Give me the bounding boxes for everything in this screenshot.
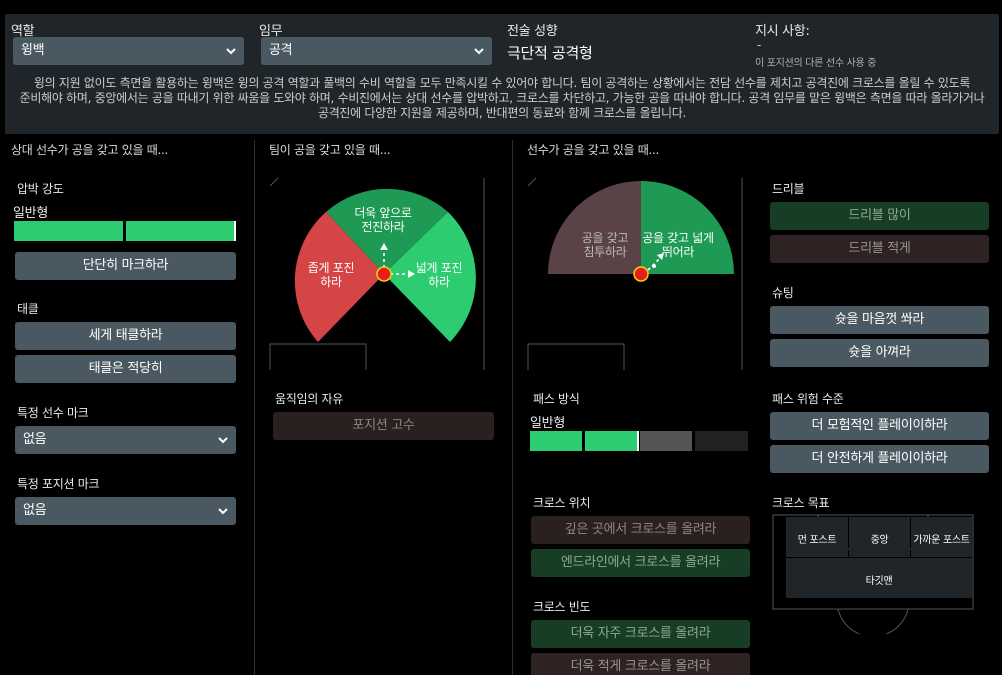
cross-more-button[interactable]: 더욱 자주 크로스를 올려라 (531, 620, 750, 648)
cut-inside-zone[interactable] (548, 181, 641, 274)
instruction-dash: - (757, 38, 762, 52)
mark-player-value: 없음 (23, 432, 47, 447)
passing-slider[interactable] (530, 431, 748, 451)
slider-handle[interactable] (234, 221, 236, 241)
run-wide-zone[interactable] (641, 181, 734, 274)
mark-position-dropdown[interactable]: 없음 (15, 497, 236, 525)
player-marker (376, 266, 392, 282)
press-slider[interactable] (14, 221, 236, 241)
column-heading: 선수가 공을 갖고 있을 때... (527, 143, 660, 157)
slider-segment (530, 431, 582, 451)
slider-segment (14, 221, 123, 241)
shoot-more-button[interactable]: 슛을 마음껏 쏴라 (770, 306, 989, 334)
column-divider (254, 140, 255, 675)
mark-position-value: 없음 (23, 503, 47, 518)
mark-player-dropdown[interactable]: 없음 (15, 426, 236, 454)
press-value: 일반형 (13, 206, 48, 221)
role-dropdown[interactable]: 윙백 (13, 37, 244, 65)
instruction-note: 이 포지션의 다른 선수 사용 중 (755, 58, 877, 69)
cross-target-label: 크로스 목표 (772, 496, 830, 510)
chevron-down-icon (474, 48, 484, 55)
chevron-down-icon (218, 508, 228, 515)
tackle-ease-button[interactable]: 태클은 적당히 (15, 355, 236, 383)
wide-label: 넓게 포진하라 (415, 261, 463, 289)
slider-handle[interactable] (637, 431, 639, 451)
forward-label: 더욱 앞으로 전진하라 (354, 206, 412, 234)
freedom-label: 움직임의 자유 (275, 392, 343, 406)
press-label: 압박 강도 (17, 182, 64, 196)
duty-dropdown[interactable]: 공격 (261, 37, 492, 65)
tackle-harder-button[interactable]: 세게 태클하라 (15, 322, 236, 350)
target-man-label: 타깃맨 (865, 576, 893, 587)
mark-player-label: 특정 선수 마크 (17, 406, 89, 420)
ball-pitch (527, 177, 743, 370)
shoot-less-button[interactable]: 슛을 아껴라 (770, 339, 989, 367)
tactic-label: 전술 성향 (507, 24, 558, 39)
instruction-label: 지시 사항: (755, 24, 810, 39)
tactic-value: 극단적 공격형 (507, 44, 593, 62)
risk-less-button[interactable]: 더 안전하게 플레이이하라 (770, 445, 989, 473)
risk-label: 패스 위험 수준 (772, 392, 844, 406)
mark-tighter-button[interactable]: 단단히 마크하라 (15, 252, 236, 280)
centre-label: 중앙 (870, 535, 889, 546)
column-heading: 상대 선수가 공을 갖고 있을 때... (11, 143, 168, 157)
cut-inside-label: 공을 갖고 침투하라 (581, 231, 629, 259)
dribble-less-button[interactable]: 드리블 적게 (770, 235, 989, 263)
passing-label: 패스 방식 (533, 392, 580, 406)
run-wide-label: 공을 갖고 넓게 뛰어라 (642, 231, 714, 259)
chevron-down-icon (226, 48, 236, 55)
player-marker (633, 266, 649, 282)
duty-value: 공격 (269, 43, 293, 58)
column-divider (512, 140, 513, 675)
description-line: 윙의 지원 없이도 측면을 활용하는 윙백은 윙의 공격 역할과 풀백의 수비 … (33, 76, 971, 90)
slider-segment (126, 221, 234, 241)
shoot-label: 슈팅 (772, 286, 794, 300)
dribble-more-button[interactable]: 드리블 많이 (770, 202, 989, 230)
cross-freq-label: 크로스 빈도 (533, 600, 591, 614)
cross-less-button[interactable]: 더욱 적게 크로스를 올려라 (531, 653, 750, 675)
cross-deep-button[interactable]: 깊은 곳에서 크로스를 올려라 (531, 516, 750, 544)
narrow-label: 좁게 포진하라 (307, 261, 355, 289)
description-line: 공격진에 다양한 지원을 제공하며, 반대편의 동료와 함께 크로스를 올립니다… (317, 106, 687, 120)
cross-byline-button[interactable]: 엔드라인에서 크로스를 올려라 (531, 549, 750, 577)
slider-segment (585, 431, 637, 451)
mark-position-label: 특정 포지션 마크 (17, 477, 100, 491)
dribble-label: 드리블 (772, 182, 805, 196)
role-description: 윙의 지원 없이도 측면을 활용하는 윙백은 윙의 공격 역할과 풀백의 수비 … (8, 76, 996, 121)
passing-value: 일반형 (530, 416, 565, 431)
description-line: 준비해야 하며, 중앙에서는 공을 따내기 위한 싸움을 도와야 하며, 수비진… (19, 91, 985, 105)
hold-position-button[interactable]: 포지션 고수 (273, 412, 494, 440)
risk-more-button[interactable]: 더 모험적인 플레이이하라 (770, 412, 989, 440)
column-heading: 팀이 공을 갖고 있을 때... (269, 143, 391, 157)
slider-segment (695, 431, 748, 451)
role-value: 윙백 (21, 43, 45, 58)
cross-from-label: 크로스 위치 (533, 496, 591, 510)
far-post-label: 먼 포스트 (797, 535, 837, 546)
slider-segment (640, 431, 692, 451)
chevron-down-icon (218, 437, 228, 444)
tackle-label: 태클 (17, 302, 39, 316)
near-post-label: 가까운 포스트 (913, 535, 970, 546)
